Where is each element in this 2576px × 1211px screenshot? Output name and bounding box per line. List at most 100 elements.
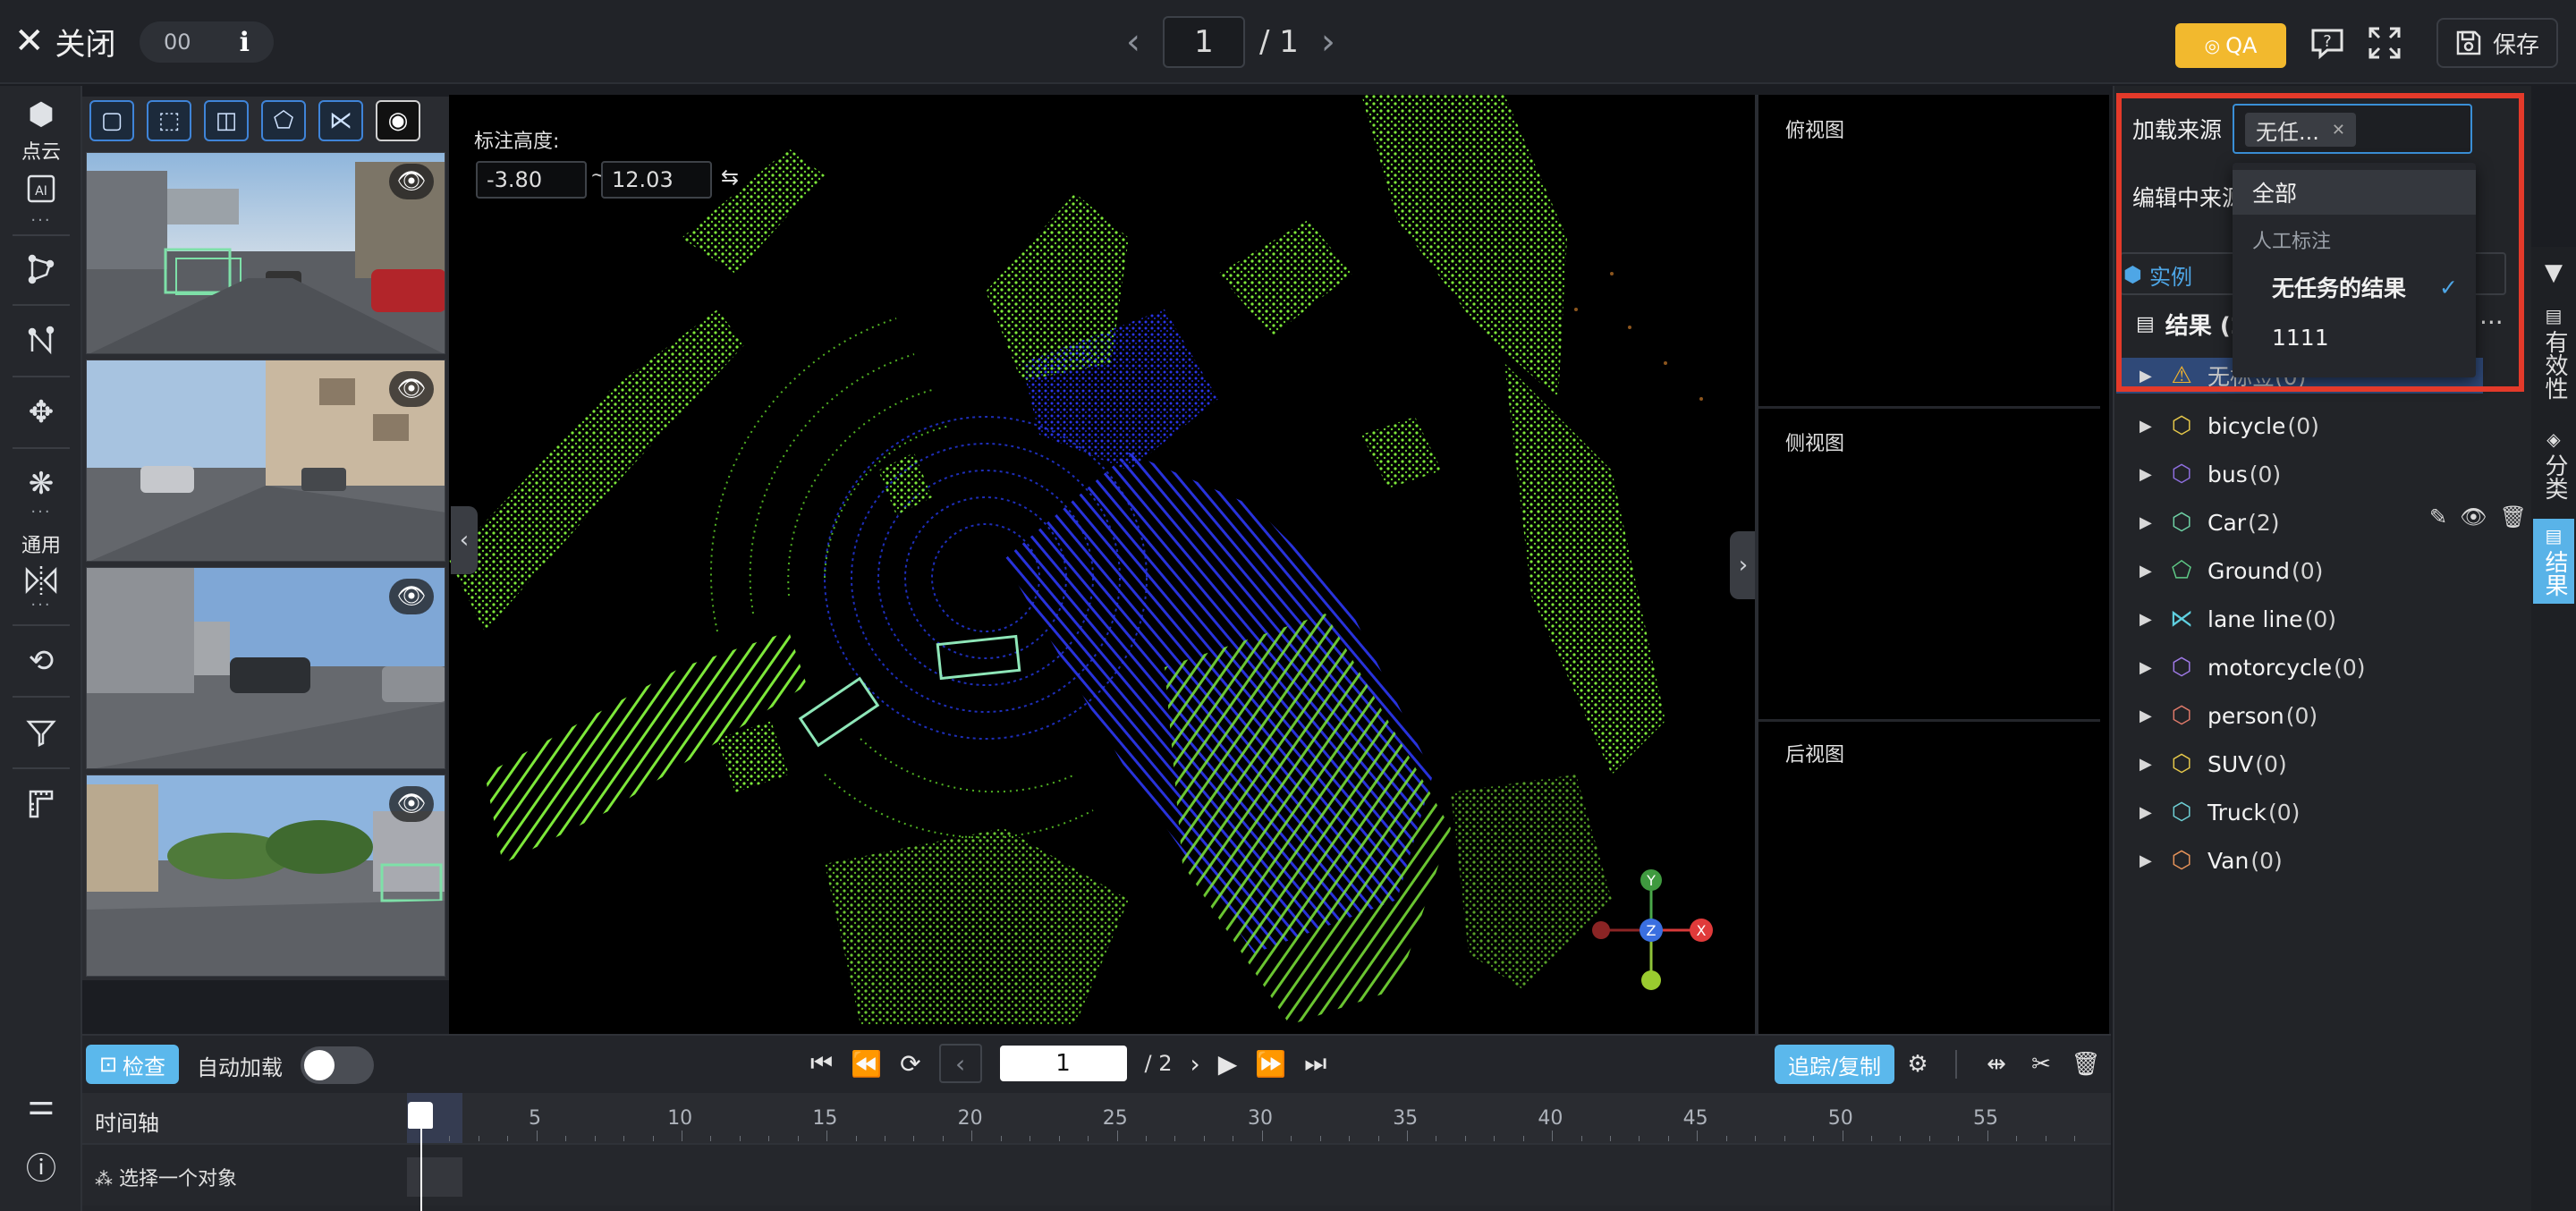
frame-input[interactable]: 1 (999, 1046, 1127, 1081)
ruler-tick (1406, 1131, 1408, 1141)
tree-item[interactable]: ▶ ⬡ SUV (0) (2140, 744, 2287, 783)
auto-load-label: 自动加载 (197, 1055, 283, 1080)
fast-forward-icon[interactable]: ⏩ (1255, 1049, 1286, 1079)
playback-controls: ⏮ ⏪ ⟳ ‹ 1 / 2 › ▶ ⏩ ⏭ (810, 1041, 1326, 1086)
info-pill[interactable]: 00 ℹ (140, 21, 274, 63)
info-circle-icon[interactable]: ⓘ (9, 1138, 73, 1193)
tree-item[interactable]: ▶ ⬡ person (0) (2140, 696, 2318, 735)
trash-icon[interactable]: 🗑 (2068, 1045, 2104, 1084)
polyline-2d-tool[interactable]: ⋉ (318, 100, 363, 141)
save-button[interactable]: 保存 (2436, 18, 2558, 68)
eye-icon[interactable]: 👁 (2460, 504, 2487, 529)
tree-item[interactable]: ▶ ⬡ bicycle (0) (2140, 406, 2319, 445)
prev-frame-button[interactable]: ‹ (938, 1044, 982, 1083)
tree-item[interactable]: ▶ ⬠ Ground (0) (2140, 551, 2323, 590)
tree-item[interactable]: ▶ ⬡ Truck (0) (2140, 792, 2300, 832)
axis-gizmo[interactable]: Y Z X (1581, 864, 1775, 993)
tab-validity[interactable]: ▤ 有效性 (2533, 301, 2574, 405)
caret-right-icon[interactable]: ▶ (2140, 513, 2156, 532)
polyline-tool[interactable] (9, 313, 73, 368)
polygon-2d-tool[interactable]: ⬠ (261, 100, 306, 141)
rect-tool[interactable]: ▢ (89, 100, 134, 141)
playhead-handle[interactable] (408, 1102, 433, 1129)
pointcloud-viewport[interactable] (449, 95, 1755, 1034)
filter-icon[interactable]: ▼ (2533, 256, 2574, 292)
gear-icon[interactable]: ⚙ (1900, 1045, 1936, 1084)
caret-right-icon[interactable]: ▶ (2140, 465, 2156, 484)
prev-page-icon[interactable]: ‹ (1118, 21, 1148, 63)
tab-classify[interactable]: ◈ 分类 (2533, 424, 2574, 505)
info-icon[interactable]: ℹ (240, 27, 250, 58)
play-icon[interactable]: ▶ (1218, 1049, 1238, 1079)
cuboid-tool[interactable]: ⬚ (147, 100, 191, 141)
tree-item[interactable]: ▶ ⬡ bus (0) (2140, 454, 2281, 494)
caret-right-icon[interactable]: ▶ (2140, 658, 2156, 677)
close-button[interactable]: ✕ 关闭 (14, 18, 116, 64)
auto-load-toggle[interactable] (301, 1046, 374, 1084)
timeline-object-row[interactable] (82, 1143, 2111, 1206)
ai-annotate-tool[interactable]: AI (9, 161, 73, 216)
ruler-tick (449, 1136, 451, 1141)
track-copy-button[interactable]: 追踪/复制 (1775, 1045, 1894, 1084)
caret-right-icon[interactable]: ▶ (2140, 562, 2156, 580)
page-input[interactable]: 1 (1163, 16, 1245, 68)
rewind-icon[interactable]: ⏪ (851, 1049, 882, 1079)
highlight-box (2116, 93, 2524, 392)
height-min-input[interactable]: -3.80 (476, 161, 587, 199)
help-icon[interactable]: ? (2304, 20, 2351, 66)
caret-right-icon[interactable]: ▶ (2140, 851, 2156, 870)
tab-result[interactable]: ▤ 结果 (2533, 519, 2574, 604)
tree-item[interactable]: ▶ ⬡ motorcycle (0) (2140, 648, 2366, 687)
swap-icon[interactable]: ⇆ (721, 165, 739, 190)
check-button[interactable]: ⊡ 检查 (86, 1045, 179, 1084)
pick-object-label: ⁂ 选择一个对象 (95, 1168, 238, 1190)
more-dots[interactable]: ··· (0, 211, 82, 230)
tree-item-label: bus (2207, 461, 2248, 487)
caret-right-icon[interactable]: ▶ (2140, 755, 2156, 774)
collapse-right-icon[interactable]: › (1730, 531, 1757, 599)
point-tool[interactable]: ◉ (376, 100, 420, 141)
camera-view-front[interactable]: 👁 (86, 152, 445, 354)
filter-tool[interactable] (9, 705, 73, 760)
history-icon[interactable]: ⟲ (9, 633, 73, 689)
tick-label: 45 (1682, 1107, 1708, 1130)
caret-right-icon[interactable]: ▶ (2140, 707, 2156, 725)
measure-tool[interactable] (9, 776, 73, 832)
height-max-input[interactable]: 12.03 (601, 161, 712, 199)
eye-icon[interactable]: 👁 (389, 579, 434, 614)
caret-right-icon[interactable]: ▶ (2140, 417, 2156, 436)
split-icon[interactable]: ⇹ (1979, 1045, 2014, 1084)
replay-icon[interactable]: ⟳ (900, 1049, 920, 1079)
eye-icon[interactable]: 👁 (389, 164, 434, 199)
caret-right-icon[interactable]: ▶ (2140, 803, 2156, 822)
camera-view-right[interactable]: 👁 (86, 360, 445, 562)
ruler-tick (1639, 1136, 1640, 1141)
fullscreen-icon[interactable] (2361, 20, 2408, 66)
tree-item[interactable]: ▶ ⋉ lane line (0) (2140, 599, 2336, 639)
tree-item-count: (0) (2334, 654, 2366, 681)
qa-button[interactable]: ◎ QA (2175, 23, 2286, 68)
scissors-icon[interactable]: ✂ (2023, 1045, 2059, 1084)
eye-icon[interactable]: 👁 (389, 786, 434, 822)
more-dots[interactable]: ··· (0, 503, 82, 521)
tree-item[interactable]: ▶ ⬡ Car (2) (2140, 503, 2279, 542)
camera-view-back[interactable]: 👁 (86, 567, 445, 769)
caret-right-icon[interactable]: ▶ (2140, 610, 2156, 629)
collapse-left-icon[interactable]: ‹ (451, 506, 478, 574)
edit-icon[interactable]: ✎ (2429, 504, 2447, 529)
settings-sliders-icon[interactable]: ⚌ (9, 1077, 73, 1132)
box-2d-tool[interactable]: ◫ (204, 100, 249, 141)
trash-icon[interactable]: 🗑 (2500, 504, 2527, 529)
eye-icon[interactable]: 👁 (389, 371, 434, 407)
next-page-icon[interactable]: › (1313, 21, 1343, 63)
next-frame-icon[interactable]: › (1191, 1049, 1200, 1079)
list-icon: ▤ (2545, 305, 2563, 326)
last-frame-icon[interactable]: ⏭ (1304, 1048, 1326, 1079)
tick-label: 20 (957, 1107, 983, 1130)
camera-view-left[interactable]: 👁 (86, 775, 445, 977)
tree-item[interactable]: ▶ ⬡ Van (0) (2140, 841, 2283, 880)
polygon-tool[interactable] (9, 241, 73, 297)
move-tool[interactable]: ✥ (9, 385, 73, 440)
more-dots[interactable]: ··· (0, 596, 82, 614)
first-frame-icon[interactable]: ⏮ (810, 1048, 833, 1079)
